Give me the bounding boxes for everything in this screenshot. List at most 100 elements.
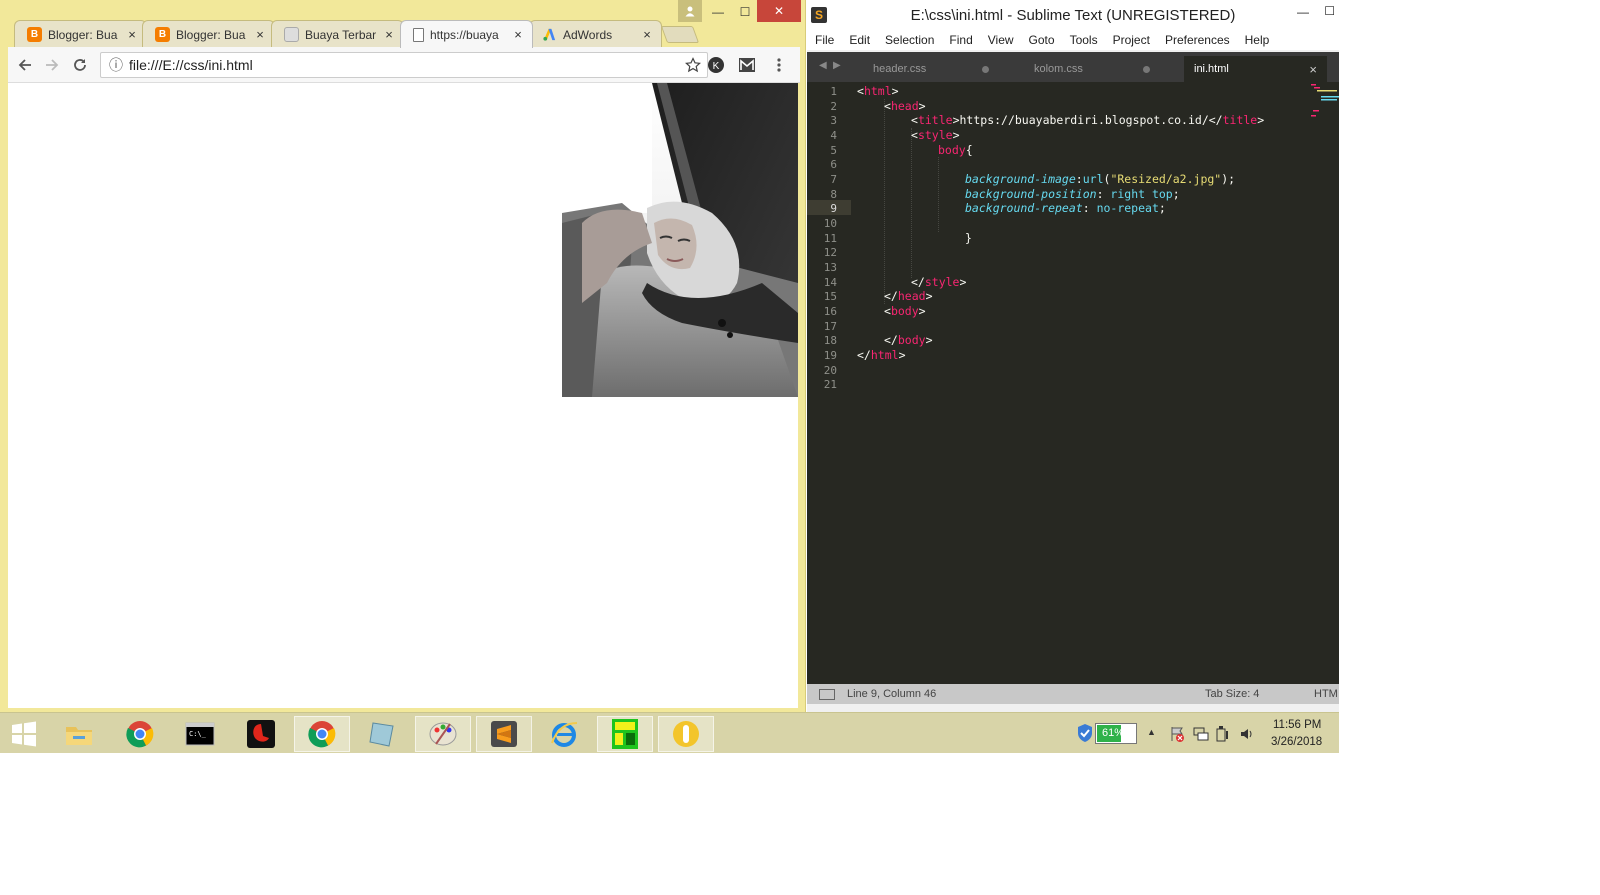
garena-icon — [247, 720, 275, 748]
code-editor[interactable]: 1 2 3 4 5 6 7 8 9 10 11 12 13 14 15 16 1… — [807, 82, 1339, 684]
menu-view[interactable]: View — [988, 33, 1014, 47]
line-number: 4 — [830, 129, 837, 142]
power-plug-icon[interactable] — [1215, 725, 1231, 743]
close-button[interactable]: ✕ — [757, 0, 801, 22]
browser-tab-active[interactable]: https://buaya × — [400, 20, 533, 48]
tab-title: https://buaya — [430, 27, 499, 42]
paint-icon — [429, 722, 457, 746]
browser-tab[interactable]: AdWords × — [529, 20, 662, 48]
browser-toolbar: ⓘ file:///E://css/ini.html K — [8, 47, 800, 83]
network-icon[interactable] — [1193, 726, 1209, 742]
line-number: 2 — [830, 100, 837, 113]
menu-help[interactable]: Help — [1245, 33, 1270, 47]
photo-image — [562, 83, 798, 397]
battery-indicator[interactable]: 61% — [1095, 723, 1137, 744]
line-number: 18 — [823, 334, 837, 347]
clock-time[interactable]: 11:56 PM — [1273, 719, 1321, 731]
sublime-minimize-button[interactable]: — — [1297, 5, 1309, 19]
indent-guide — [884, 99, 885, 304]
forward-button[interactable] — [41, 54, 63, 76]
menu-find[interactable]: Find — [949, 33, 972, 47]
taskbar-command-prompt[interactable]: C:\_ — [172, 716, 228, 752]
menu-edit[interactable]: Edit — [849, 33, 870, 47]
tab-close-icon[interactable]: × — [383, 27, 395, 42]
maximize-button[interactable]: ☐ — [733, 2, 757, 22]
minimize-button[interactable]: — — [706, 2, 730, 22]
taskbar-chrome[interactable] — [112, 716, 168, 752]
syntax-indicator[interactable]: HTM — [1314, 688, 1338, 700]
tab-scroll-left-icon[interactable]: ◀ — [819, 60, 827, 71]
start-icon — [12, 721, 36, 747]
clock-date[interactable]: 3/26/2018 — [1271, 736, 1322, 748]
editor-tab-label: ini.html — [1194, 63, 1229, 75]
tab-title: Blogger: Bua — [176, 27, 246, 42]
sublime-maximize-button[interactable]: ☐ — [1324, 4, 1335, 18]
browser-tab[interactable]: Buaya Terbar × — [271, 20, 404, 48]
editor-tab-ini-html[interactable]: ini.html × — [1184, 56, 1327, 82]
page-viewport[interactable] — [8, 83, 798, 708]
back-button[interactable] — [14, 54, 36, 76]
tab-size-indicator[interactable]: Tab Size: 4 — [1205, 688, 1259, 700]
taskbar-garena[interactable] — [233, 716, 289, 752]
taskbar-yellow-app[interactable] — [658, 716, 714, 752]
menu-goto[interactable]: Goto — [1029, 33, 1055, 47]
taskbar-chrome-active[interactable] — [294, 716, 350, 752]
line-number: 9 — [830, 202, 837, 215]
tab-scroll-right-icon[interactable]: ▶ — [833, 60, 841, 71]
security-shield-icon[interactable] — [1077, 723, 1093, 743]
document-icon — [413, 27, 424, 42]
taskbar-sublime[interactable] — [476, 716, 532, 752]
taskbar-file-explorer[interactable] — [51, 716, 107, 752]
show-hidden-icons-icon[interactable]: ▲ — [1147, 727, 1156, 737]
code-line: <body> — [884, 304, 926, 318]
taskbar-paper-app[interactable] — [354, 716, 410, 752]
browser-tab[interactable]: B Blogger: Bua × — [14, 20, 147, 48]
background-photo — [562, 83, 798, 397]
taskbar-internet-explorer[interactable] — [536, 716, 592, 752]
file-explorer-icon — [66, 727, 92, 745]
indent-guide — [938, 157, 939, 232]
sublime-icon — [491, 721, 517, 747]
menu-preferences[interactable]: Preferences — [1165, 33, 1230, 47]
menu-file[interactable]: File — [815, 33, 834, 47]
line-number: 3 — [830, 114, 837, 127]
chrome-icon — [308, 721, 336, 748]
extension-m-button[interactable] — [736, 54, 758, 76]
tab-close-icon[interactable]: × — [512, 27, 524, 42]
m-extension-icon — [739, 58, 755, 72]
address-bar[interactable]: ⓘ file:///E://css/ini.html — [100, 52, 708, 78]
menu-tools[interactable]: Tools — [1070, 33, 1098, 47]
reload-button[interactable] — [69, 54, 91, 76]
tab-close-icon[interactable]: × — [126, 27, 138, 42]
start-button[interactable] — [0, 716, 48, 752]
editor-tab-label: kolom.css — [1034, 63, 1083, 75]
code-line: <title>https://buayaberdiri.blogspot.co.… — [911, 113, 1265, 127]
editor-tab-close-icon[interactable]: × — [1309, 62, 1317, 77]
site-info-icon[interactable]: ⓘ — [109, 55, 123, 75]
editor-tab-kolom-css[interactable]: kolom.css — [1024, 56, 1164, 82]
menu-selection[interactable]: Selection — [885, 33, 934, 47]
desktop-screen: — ☐ ✕ B Blogger: Bua × B Blogger: Bua × … — [0, 0, 1600, 895]
minimap[interactable] — [1309, 82, 1339, 122]
volume-icon[interactable] — [1239, 726, 1255, 742]
panel-toggle-icon[interactable] — [819, 688, 835, 700]
extension-k-button[interactable]: K — [705, 54, 727, 76]
code-line: </head> — [884, 289, 933, 303]
taskbar-paint[interactable] — [415, 716, 471, 752]
chrome-menu-button[interactable] — [768, 54, 790, 76]
menu-project[interactable]: Project — [1113, 33, 1150, 47]
kebab-menu-icon — [777, 58, 781, 72]
browser-tab[interactable]: B Blogger: Bua × — [142, 20, 275, 48]
cursor-position: Line 9, Column 46 — [847, 688, 937, 700]
forward-arrow-icon — [46, 59, 59, 71]
tab-close-icon[interactable]: × — [254, 27, 266, 42]
taskbar-green-app[interactable] — [597, 716, 653, 752]
paper-icon — [369, 722, 394, 747]
tab-close-icon[interactable]: × — [641, 27, 653, 42]
action-center-flag-icon[interactable] — [1169, 726, 1185, 742]
new-tab-button[interactable] — [660, 26, 700, 43]
bookmark-star-icon[interactable] — [685, 57, 701, 73]
editor-tab-header-css[interactable]: header.css — [863, 56, 1003, 82]
blogger-icon: B — [27, 27, 42, 42]
line-number: 15 — [823, 290, 837, 303]
